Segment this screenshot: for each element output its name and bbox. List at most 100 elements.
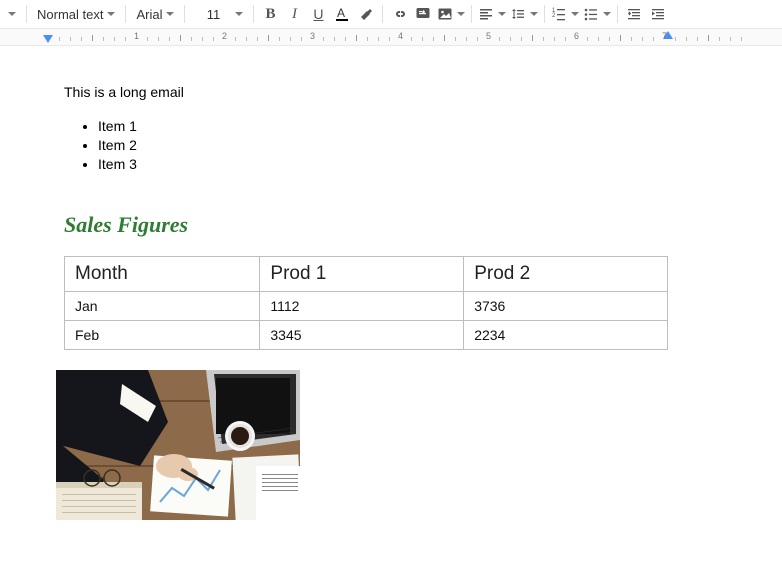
paragraph-style-dropdown[interactable]: Normal text (31, 7, 121, 22)
ruler-tick (730, 37, 731, 41)
ruler-number: 2 (222, 31, 227, 41)
ruler-tick (389, 37, 390, 41)
ruler-tick (741, 37, 742, 41)
table-cell[interactable]: 2234 (464, 321, 668, 350)
ruler-tick (653, 37, 654, 41)
ruler-number: 4 (398, 31, 403, 41)
ruler-tick (708, 35, 709, 41)
text-color-button[interactable]: A (330, 2, 354, 26)
ruler-tick (345, 37, 346, 41)
section-heading[interactable]: Sales Figures (64, 212, 668, 238)
ruler-tick (521, 37, 522, 41)
numbered-list-icon: 12 (551, 6, 567, 22)
ruler-tick (169, 37, 170, 41)
table-row: Jan11123736 (65, 292, 668, 321)
table-header-cell[interactable]: Prod 2 (464, 257, 668, 292)
left-indent-marker[interactable] (43, 35, 53, 43)
image-icon (437, 6, 453, 22)
chevron-down-icon (530, 12, 538, 16)
table-cell[interactable]: Feb (65, 321, 260, 350)
bulleted-list-dropdown[interactable] (581, 6, 613, 22)
list-item[interactable]: Item 3 (98, 156, 668, 172)
ruler-number: 3 (310, 31, 315, 41)
italic-button[interactable]: I (282, 2, 306, 26)
link-icon (391, 6, 407, 22)
list-item[interactable]: Item 1 (98, 118, 668, 134)
decrease-indent-button[interactable] (622, 2, 646, 26)
table-header-cell[interactable]: Prod 1 (260, 257, 464, 292)
insert-comment-button[interactable] (411, 2, 435, 26)
table-cell[interactable]: 1112 (260, 292, 464, 321)
chevron-down-icon (8, 12, 16, 16)
ruler-tick (609, 37, 610, 41)
text-color-icon: A (334, 6, 350, 22)
ruler-tick (510, 37, 511, 41)
chevron-down-icon (235, 12, 243, 16)
ruler-tick (477, 37, 478, 41)
align-dropdown[interactable] (476, 6, 508, 22)
font-size-control[interactable] (189, 6, 249, 23)
ruler-tick (81, 37, 82, 41)
ruler-tick (180, 35, 181, 41)
table-cell[interactable]: 3736 (464, 292, 668, 321)
decrease-indent-icon (626, 6, 642, 22)
ruler-tick (70, 37, 71, 41)
ruler-tick (92, 35, 93, 41)
bulleted-list-icon (583, 6, 599, 22)
ruler-tick (257, 37, 258, 41)
ruler-tick (697, 37, 698, 41)
document-body[interactable]: This is a long email Item 1Item 2Item 3 … (64, 84, 668, 520)
increase-indent-button[interactable] (646, 2, 670, 26)
table-header-row: MonthProd 1Prod 2 (65, 257, 668, 292)
chevron-down-icon (498, 12, 506, 16)
divider (617, 5, 618, 23)
chevron-down-icon (107, 12, 115, 16)
horizontal-ruler[interactable]: 1234567 (0, 29, 782, 46)
table-header-cell[interactable]: Month (65, 257, 260, 292)
align-left-icon (478, 6, 494, 22)
table-cell[interactable]: 3345 (260, 321, 464, 350)
chevron-down-icon (457, 12, 465, 16)
highlight-color-button[interactable] (354, 2, 378, 26)
chevron-down-icon (603, 12, 611, 16)
underline-button[interactable]: U (306, 2, 330, 26)
font-size-input[interactable] (195, 6, 231, 23)
font-family-dropdown[interactable]: Arial (130, 7, 180, 22)
bold-button[interactable]: B (258, 2, 282, 26)
ruler-tick (235, 37, 236, 41)
chevron-down-icon (571, 12, 579, 16)
ruler-tick (323, 37, 324, 41)
ruler-tick (147, 37, 148, 41)
ruler-tick (466, 37, 467, 41)
document-page: This is a long email Item 1Item 2Item 3 … (0, 46, 782, 520)
ruler-tick (642, 37, 643, 41)
divider (125, 5, 126, 23)
ruler-tick (554, 37, 555, 41)
svg-text:A: A (337, 6, 345, 20)
divider (471, 5, 472, 23)
ruler-tick (114, 37, 115, 41)
highlight-icon (358, 6, 374, 22)
table-cell[interactable]: Jan (65, 292, 260, 321)
line-spacing-dropdown[interactable] (508, 6, 540, 22)
embedded-image[interactable] (56, 370, 300, 520)
sales-table[interactable]: MonthProd 1Prod 2 Jan11123736Feb33452234 (64, 256, 668, 350)
table-row: Feb33452234 (65, 321, 668, 350)
ruler-tick (675, 37, 676, 41)
ruler-tick (587, 37, 588, 41)
ruler-tick (444, 35, 445, 41)
bulleted-list[interactable]: Item 1 Item 2 Item 3 (98, 118, 668, 172)
divider (253, 5, 254, 23)
more-dropdown-left[interactable] (2, 12, 22, 16)
insert-image-dropdown[interactable] (435, 6, 467, 22)
numbered-list-dropdown[interactable]: 12 (549, 6, 581, 22)
list-item[interactable]: Item 2 (98, 137, 668, 153)
ruler-tick (598, 37, 599, 41)
ruler-tick (422, 37, 423, 41)
insert-link-button[interactable] (387, 2, 411, 26)
ruler-tick (191, 37, 192, 41)
ruler-tick (213, 37, 214, 41)
ruler-number: 1 (134, 31, 139, 41)
intro-paragraph[interactable]: This is a long email (64, 84, 668, 100)
ruler-tick (202, 37, 203, 41)
